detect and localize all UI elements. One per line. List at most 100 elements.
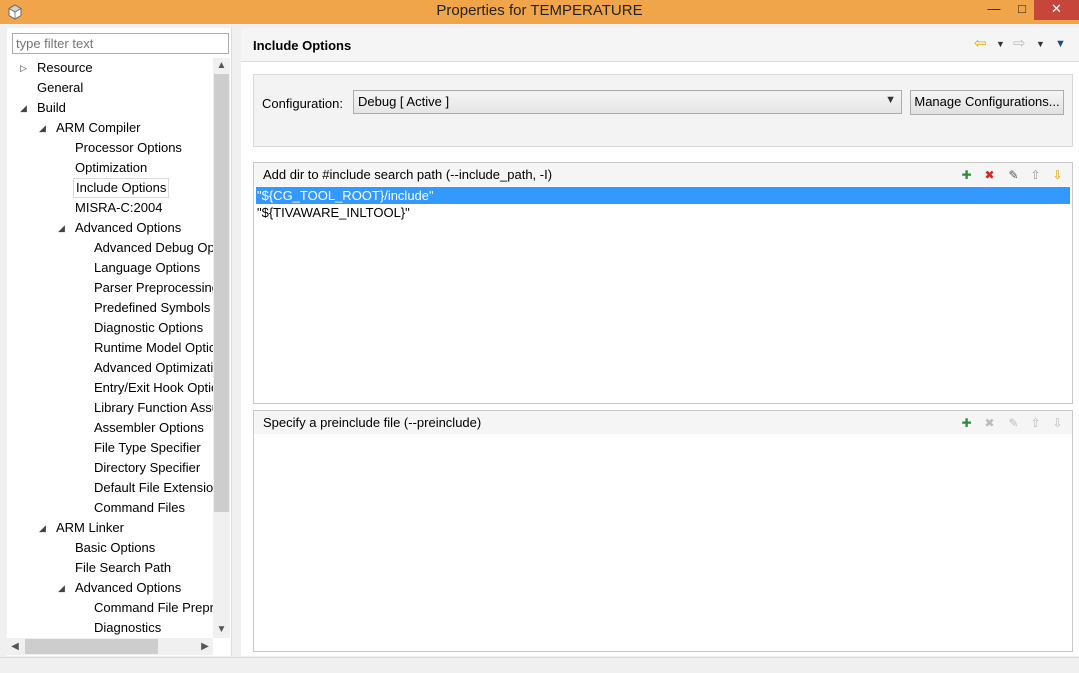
tree-item-label: File Search Path: [75, 560, 172, 575]
collapse-arrow-icon[interactable]: ◢: [58, 578, 68, 598]
tree-item[interactable]: Library Function Assumptions: [7, 398, 213, 418]
minimize-button[interactable]: —: [982, 0, 1006, 20]
tree-item-label: Library Function Assumptions: [94, 400, 213, 415]
tree-item[interactable]: ◢ ARM Compiler: [7, 118, 213, 138]
tree-item[interactable]: ◢ Advanced Options: [7, 218, 213, 238]
delete-icon[interactable]: ✖: [981, 166, 998, 183]
forward-history-dropdown-icon[interactable]: ▼: [1036, 36, 1045, 52]
back-history-dropdown-icon[interactable]: ▼: [996, 36, 1005, 52]
back-arrow-icon[interactable]: ⇦: [974, 36, 987, 52]
tree-horizontal-scrollbar[interactable]: ◀ ▶: [7, 638, 213, 655]
include-path-item[interactable]: "${TIVAWARE_INLTOOL}": [256, 204, 1070, 221]
collapse-arrow-icon[interactable]: [58, 158, 68, 178]
collapse-arrow-icon[interactable]: [77, 598, 87, 618]
forward-arrow-icon[interactable]: ⇨: [1013, 36, 1026, 52]
preinclude-header: Specify a preinclude file (--preinclude)…: [254, 411, 1072, 434]
tree-item[interactable]: ◢ Advanced Options: [7, 578, 213, 598]
tree-item[interactable]: Parser Preprocessing Options: [7, 278, 213, 298]
move-down-icon[interactable]: ⇩: [1049, 414, 1066, 431]
tree-item[interactable]: Optimization: [7, 158, 213, 178]
collapse-arrow-icon[interactable]: [77, 618, 87, 638]
scroll-thumb[interactable]: [214, 74, 229, 512]
collapse-arrow-icon[interactable]: [77, 278, 87, 298]
tree-item-label: Basic Options: [75, 540, 156, 555]
move-down-icon[interactable]: ⇩: [1049, 166, 1066, 183]
edit-icon[interactable]: ✎: [1005, 166, 1022, 183]
tree-item[interactable]: Include Options: [7, 178, 213, 198]
maximize-button[interactable]: □: [1010, 0, 1034, 20]
collapse-arrow-icon[interactable]: [77, 398, 87, 418]
tree-item[interactable]: Command File Preprocessing: [7, 598, 213, 618]
collapse-arrow-icon[interactable]: [77, 238, 87, 258]
collapse-arrow-icon[interactable]: [77, 318, 87, 338]
tree-item[interactable]: Predefined Symbols: [7, 298, 213, 318]
tree-item[interactable]: Basic Options: [7, 538, 213, 558]
add-icon[interactable]: ✚: [958, 414, 975, 431]
collapse-arrow-icon[interactable]: [58, 138, 68, 158]
tree-item-label: Resource: [37, 60, 93, 75]
tree-item[interactable]: Diagnostic Options: [7, 318, 213, 338]
view-menu-icon[interactable]: ▼: [1055, 36, 1066, 52]
collapse-arrow-icon[interactable]: [77, 438, 87, 458]
collapse-arrow-icon[interactable]: [77, 418, 87, 438]
tree-item[interactable]: Default File Extensions: [7, 478, 213, 498]
tree-item[interactable]: Advanced Optimizations: [7, 358, 213, 378]
collapse-arrow-icon[interactable]: ◢: [20, 98, 30, 118]
tree-item[interactable]: MISRA-C:2004: [7, 198, 213, 218]
scroll-right-icon[interactable]: ▶: [197, 638, 213, 655]
collapse-arrow-icon[interactable]: ◢: [39, 518, 49, 538]
collapse-arrow-icon[interactable]: [77, 338, 87, 358]
delete-icon[interactable]: ✖: [981, 414, 998, 431]
scroll-up-icon[interactable]: ▲: [213, 58, 230, 74]
scroll-left-icon[interactable]: ◀: [7, 638, 23, 655]
include-path-header: Add dir to #include search path (--inclu…: [254, 163, 1072, 186]
include-path-item[interactable]: "${CG_TOOL_ROOT}/include": [256, 187, 1070, 204]
tree-vertical-scrollbar[interactable]: ▲ ▼: [213, 58, 230, 638]
tree-item[interactable]: Directory Specifier: [7, 458, 213, 478]
collapse-arrow-icon[interactable]: [77, 478, 87, 498]
tree-item[interactable]: Language Options: [7, 258, 213, 278]
tree-item[interactable]: File Search Path: [7, 558, 213, 578]
tree-item[interactable]: General: [7, 78, 213, 98]
collapse-arrow-icon[interactable]: [77, 258, 87, 278]
collapse-arrow-icon[interactable]: [77, 458, 87, 478]
scroll-down-icon[interactable]: ▼: [213, 622, 230, 638]
expand-arrow-icon[interactable]: ▷: [20, 58, 30, 78]
tree-item-label: ARM Compiler: [56, 120, 141, 135]
tree-item[interactable]: Command Files: [7, 498, 213, 518]
collapse-arrow-icon[interactable]: [58, 538, 68, 558]
collapse-arrow-icon[interactable]: ◢: [39, 118, 49, 138]
tree-item[interactable]: Processor Options: [7, 138, 213, 158]
edit-icon[interactable]: ✎: [1005, 414, 1022, 431]
collapse-arrow-icon[interactable]: ◢: [58, 218, 68, 238]
collapse-arrow-icon[interactable]: [58, 198, 68, 218]
tree-item[interactable]: Diagnostics: [7, 618, 213, 638]
tree-item[interactable]: ◢ ARM Linker: [7, 518, 213, 538]
collapse-arrow-icon[interactable]: [20, 78, 30, 98]
collapse-arrow-icon[interactable]: [58, 178, 68, 198]
title-bar: Properties for TEMPERATURE — □ ✕: [0, 0, 1079, 24]
add-icon[interactable]: ✚: [958, 166, 975, 183]
collapse-arrow-icon[interactable]: [77, 358, 87, 378]
tree-item[interactable]: Assembler Options: [7, 418, 213, 438]
configuration-select[interactable]: Debug [ Active ] ▼: [353, 90, 902, 114]
filter-input[interactable]: [12, 33, 229, 54]
tree-item[interactable]: Entry/Exit Hook Options: [7, 378, 213, 398]
manage-configurations-button[interactable]: Manage Configurations...: [910, 90, 1064, 115]
tree-item[interactable]: File Type Specifier: [7, 438, 213, 458]
properties-page: Include Options ⇦ ▼ ⇨ ▼ ▼ Configuration:…: [241, 28, 1079, 656]
tree-item[interactable]: ◢ Build: [7, 98, 213, 118]
move-up-icon[interactable]: ⇧: [1027, 414, 1044, 431]
tree-item[interactable]: Advanced Debug Options: [7, 238, 213, 258]
collapse-arrow-icon[interactable]: [77, 298, 87, 318]
tree-item-label: Advanced Optimizations: [94, 360, 213, 375]
close-button[interactable]: ✕: [1034, 0, 1079, 20]
tree-item[interactable]: ▷ Resource: [7, 58, 213, 78]
collapse-arrow-icon[interactable]: [77, 498, 87, 518]
collapse-arrow-icon[interactable]: [77, 378, 87, 398]
tree-item-label: Entry/Exit Hook Options: [94, 380, 213, 395]
horizontal-scroll-thumb[interactable]: [25, 639, 158, 654]
move-up-icon[interactable]: ⇧: [1027, 166, 1044, 183]
collapse-arrow-icon[interactable]: [58, 558, 68, 578]
tree-item[interactable]: Runtime Model Options: [7, 338, 213, 358]
